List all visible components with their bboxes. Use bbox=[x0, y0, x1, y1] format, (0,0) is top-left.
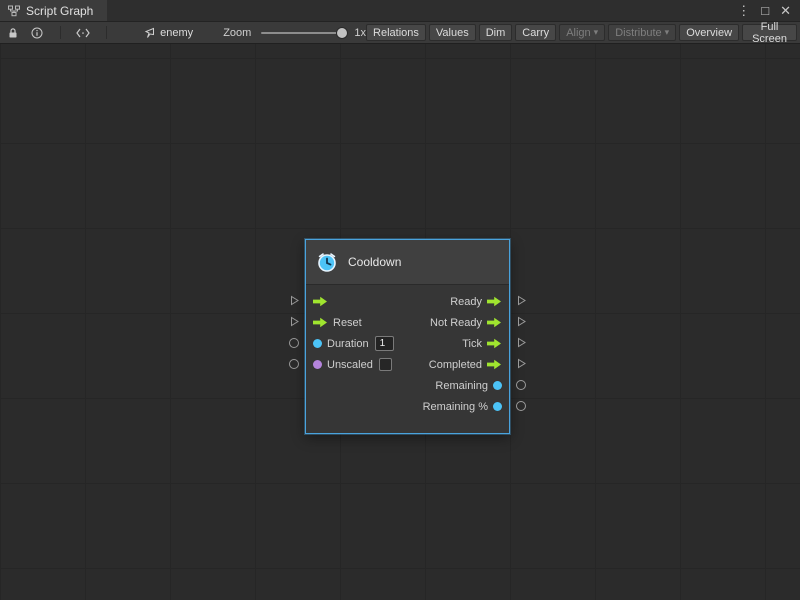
close-icon[interactable]: ✕ bbox=[780, 4, 791, 17]
flow-output-connector[interactable] bbox=[516, 337, 527, 348]
values-button[interactable]: Values bbox=[429, 24, 476, 41]
chevron-down-icon: ▾ bbox=[594, 28, 599, 37]
cursor-icon bbox=[143, 27, 155, 39]
flow-output-connector[interactable] bbox=[516, 295, 527, 306]
port-label: Remaining % bbox=[423, 401, 488, 413]
tab-script-graph[interactable]: Script Graph bbox=[0, 0, 107, 21]
tab-label: Script Graph bbox=[26, 4, 93, 18]
graph-toolbar: enemy Zoom 1x Relations Values Dim Carry… bbox=[0, 22, 800, 44]
duration-value-field[interactable]: 1 bbox=[375, 336, 394, 351]
flow-output-connector[interactable] bbox=[516, 316, 527, 327]
button-label: Dim bbox=[486, 27, 506, 39]
port-label: Tick bbox=[462, 338, 482, 350]
relations-button[interactable]: Relations bbox=[366, 24, 426, 41]
padlock-icon bbox=[7, 27, 19, 39]
flow-input-connector[interactable] bbox=[289, 316, 300, 327]
graph-context-breadcrumb[interactable]: enemy bbox=[143, 27, 193, 39]
button-label: Distribute bbox=[615, 27, 661, 39]
port-label: Ready bbox=[450, 296, 482, 308]
value-output-connector[interactable] bbox=[516, 401, 526, 411]
port-label: Reset bbox=[333, 317, 362, 329]
button-label: Overview bbox=[686, 27, 732, 39]
flow-output-port[interactable] bbox=[487, 359, 502, 370]
script-graph-icon bbox=[8, 5, 20, 17]
chevron-down-icon: ▾ bbox=[665, 28, 670, 37]
cooldown-node[interactable]: Cooldown Ready bbox=[305, 239, 510, 434]
port-row: Remaining bbox=[306, 375, 509, 396]
node-body: Ready Reset Not Ready bbox=[306, 285, 509, 433]
overview-button[interactable]: Overview bbox=[679, 24, 739, 41]
port-label: Not Ready bbox=[430, 317, 482, 329]
zoom-label: Zoom bbox=[223, 27, 251, 39]
port-row: Unscaled Completed bbox=[306, 354, 509, 375]
tab-strip: Script Graph ⋮ □ ✕ bbox=[0, 0, 800, 22]
dim-button[interactable]: Dim bbox=[479, 24, 513, 41]
button-label: Relations bbox=[373, 27, 419, 39]
value-input-port[interactable] bbox=[313, 339, 322, 348]
flow-input-connector[interactable] bbox=[289, 295, 300, 306]
lock-button[interactable] bbox=[4, 24, 21, 42]
flow-output-connector[interactable] bbox=[516, 358, 527, 369]
port-row: Remaining % bbox=[306, 396, 509, 417]
maximize-icon[interactable]: □ bbox=[761, 4, 769, 17]
cooldown-node-group: Cooldown Ready bbox=[283, 239, 532, 434]
value-output-port[interactable] bbox=[493, 402, 502, 411]
flow-input-port[interactable] bbox=[313, 296, 328, 307]
zoom-slider[interactable] bbox=[261, 26, 346, 40]
zoom-slider-track[interactable] bbox=[261, 32, 346, 34]
external-input-connectors bbox=[283, 239, 305, 374]
port-label: Remaining bbox=[435, 380, 488, 392]
align-button[interactable]: Align ▾ bbox=[559, 24, 605, 41]
boolean-input-port[interactable] bbox=[313, 360, 322, 369]
window-controls: ⋮ □ ✕ bbox=[737, 0, 800, 21]
value-output-port[interactable] bbox=[493, 381, 502, 390]
port-row: Ready bbox=[306, 291, 509, 312]
port-label: Unscaled bbox=[327, 359, 373, 371]
toolbar-separator bbox=[60, 26, 61, 39]
carry-button[interactable]: Carry bbox=[515, 24, 556, 41]
value-input-connector[interactable] bbox=[289, 338, 299, 348]
port-row: Duration 1 Tick bbox=[306, 333, 509, 354]
context-label: enemy bbox=[160, 27, 193, 39]
flow-output-port[interactable] bbox=[487, 338, 502, 349]
alarm-clock-icon bbox=[316, 251, 338, 273]
external-output-connectors bbox=[510, 239, 532, 416]
button-label: Align bbox=[566, 27, 590, 39]
zoom-value: 1x bbox=[354, 27, 366, 39]
zoom-slider-knob[interactable] bbox=[337, 28, 347, 38]
info-icon bbox=[31, 27, 43, 39]
button-label: Carry bbox=[522, 27, 549, 39]
node-header[interactable]: Cooldown bbox=[306, 240, 509, 285]
port-label: Completed bbox=[429, 359, 482, 371]
port-row: Reset Not Ready bbox=[306, 312, 509, 333]
value-output-connector[interactable] bbox=[516, 380, 526, 390]
port-label: Duration bbox=[327, 338, 369, 350]
toolbar-separator bbox=[106, 26, 107, 39]
node-title: Cooldown bbox=[348, 255, 401, 269]
code-button[interactable] bbox=[75, 24, 92, 42]
flow-output-port[interactable] bbox=[487, 296, 502, 307]
kebab-menu-icon[interactable]: ⋮ bbox=[737, 4, 750, 17]
angle-brackets-icon bbox=[76, 28, 90, 38]
toolbar-buttons: Relations Values Dim Carry Align ▾ Distr… bbox=[366, 24, 800, 41]
flow-input-port[interactable] bbox=[313, 317, 328, 328]
value-input-connector[interactable] bbox=[289, 359, 299, 369]
unscaled-checkbox[interactable] bbox=[379, 358, 392, 371]
button-label: Full Screen bbox=[749, 21, 790, 45]
info-button[interactable] bbox=[28, 24, 45, 42]
flow-output-port[interactable] bbox=[487, 317, 502, 328]
graph-canvas[interactable]: Cooldown Ready bbox=[0, 44, 800, 600]
full-screen-button[interactable]: Full Screen bbox=[742, 24, 797, 41]
button-label: Values bbox=[436, 27, 469, 39]
tab-strip-empty bbox=[107, 0, 737, 21]
distribute-button[interactable]: Distribute ▾ bbox=[608, 24, 676, 41]
